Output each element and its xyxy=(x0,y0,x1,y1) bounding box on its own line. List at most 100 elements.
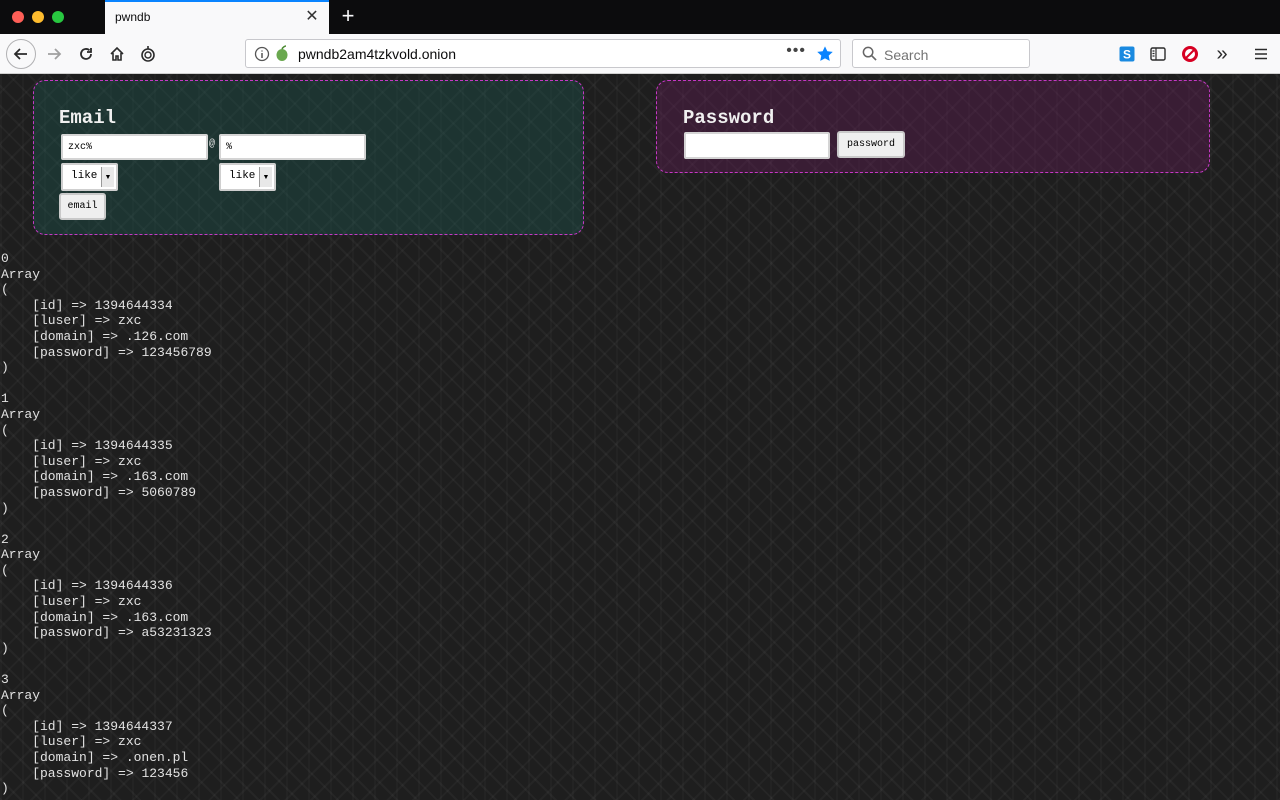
result-id-value: 1394644335 xyxy=(94,438,173,454)
sidebar-icon xyxy=(1150,47,1166,61)
result-open-paren: ( xyxy=(1,562,9,578)
result-domain: [domain] => .onen.pl xyxy=(1,750,189,765)
s-extension-icon: S xyxy=(1119,46,1135,62)
result-id-value: 1394644336 xyxy=(94,578,173,594)
result-id: [id] => 1394644335 xyxy=(1,438,173,454)
tor-onion-button[interactable] xyxy=(134,40,162,68)
result-luser: [luser] => zxc xyxy=(1,734,142,750)
page-actions-icon[interactable]: ••• xyxy=(786,42,806,60)
result-index-value: 0 xyxy=(1,251,9,266)
result-luser-value: zxc xyxy=(118,453,142,469)
result-record: 1 Array( [id] => 1394644335 [luser] => zx… xyxy=(1,391,212,531)
home-icon xyxy=(110,46,124,61)
result-index: 0 xyxy=(1,251,212,267)
result-close-paren: ) xyxy=(1,640,9,656)
result-spacer xyxy=(1,656,212,672)
extension-s-button[interactable]: S xyxy=(1113,40,1141,68)
home-button[interactable] xyxy=(103,40,131,68)
result-open-paren: ( xyxy=(1,422,9,438)
tab-title: pwndb xyxy=(115,10,151,24)
email-panel-title: Email xyxy=(59,107,117,129)
onion-secure-icon xyxy=(276,45,288,61)
result-id: [id] => 1394644336 xyxy=(1,578,173,594)
result-id: [id] => 1394644334 xyxy=(1,297,173,313)
overflow-menu-button[interactable]: » xyxy=(1208,40,1236,68)
result-open-paren: ( xyxy=(1,282,9,298)
result-password: [password] => 5060789 xyxy=(1,484,197,500)
domain-operator-select[interactable]: like ▼ xyxy=(219,163,276,191)
noscript-button[interactable] xyxy=(1176,40,1204,68)
reload-button[interactable] xyxy=(72,40,100,68)
result-record: 3 Array( [id] => 1394644337 [luser] => zx… xyxy=(1,672,212,800)
forward-button[interactable] xyxy=(40,40,68,68)
onion-icon xyxy=(141,46,155,62)
tab-pwndb[interactable]: pwndb ✕ xyxy=(105,0,329,34)
site-info-icon[interactable] xyxy=(254,46,270,62)
email-submit-button[interactable]: email xyxy=(59,193,106,220)
result-password-value: 5060789 xyxy=(141,484,197,500)
maximize-window-button[interactable] xyxy=(52,11,64,23)
reload-icon xyxy=(80,48,92,60)
tab-close-icon[interactable]: ✕ xyxy=(303,7,321,27)
result-password: [password] => 123456789 xyxy=(1,344,212,360)
result-array-label: Array xyxy=(1,547,41,563)
password-submit-button[interactable]: password xyxy=(837,131,905,158)
back-button[interactable] xyxy=(6,39,36,69)
svg-text:S: S xyxy=(1123,48,1131,62)
result-index: 3 xyxy=(1,672,212,688)
domain-input[interactable] xyxy=(219,134,366,160)
sidebar-button[interactable] xyxy=(1144,40,1172,68)
url-bar[interactable]: pwndb2am4tzkvold.onion ••• xyxy=(245,39,841,68)
luser-operator-select[interactable]: like ▼ xyxy=(61,163,118,191)
page-content: Email @ like ▼ like ▼ email Password pas… xyxy=(0,74,1280,800)
result-index: 1 xyxy=(1,391,212,407)
result-array-label: Array xyxy=(1,687,41,703)
result-open-paren: ( xyxy=(1,703,9,719)
luser-input[interactable] xyxy=(61,134,208,160)
navigation-bar: pwndb2am4tzkvold.onion ••• Search S » xyxy=(0,34,1280,74)
result-array-label: Array xyxy=(1,266,41,282)
result-domain: [domain] => .126.com xyxy=(1,328,189,344)
result-password-value: 123456 xyxy=(141,765,189,781)
result-index: 2 xyxy=(1,532,212,548)
result-luser-value: zxc xyxy=(118,313,142,329)
result-password: [password] => 123456 xyxy=(1,765,189,781)
result-close-paren: ) xyxy=(1,781,9,797)
bookmark-star-icon[interactable] xyxy=(816,45,834,63)
search-bar[interactable]: Search xyxy=(852,39,1030,68)
result-index-value: 3 xyxy=(1,672,9,688)
result-domain: [domain] => .163.com xyxy=(1,609,189,625)
hamburger-menu-button[interactable] xyxy=(1247,40,1275,68)
result-close-paren: ) xyxy=(1,500,9,516)
result-index-value: 1 xyxy=(1,391,9,407)
result-close-paren: ) xyxy=(1,360,9,376)
result-record: 2 Array( [id] => 1394644336 [luser] => zx… xyxy=(1,532,212,672)
result-domain-value: .126.com xyxy=(125,328,189,344)
result-spacer xyxy=(1,376,212,392)
result-id-value: 1394644334 xyxy=(94,297,173,313)
result-luser: [luser] => zxc xyxy=(1,594,142,610)
result-array-label: Array xyxy=(1,406,41,422)
result-domain-value: .163.com xyxy=(125,609,189,625)
results-dump: 0 Array( [id] => 1394644334 [luser] => zx… xyxy=(1,251,212,800)
minimize-window-button[interactable] xyxy=(32,11,44,23)
at-sign-label: @ xyxy=(209,139,216,150)
result-luser: [luser] => zxc xyxy=(1,313,142,329)
new-tab-button[interactable]: + xyxy=(336,3,360,29)
result-index-value: 2 xyxy=(1,531,9,547)
result-password: [password] => a53231323 xyxy=(1,625,212,641)
close-window-button[interactable] xyxy=(12,11,24,23)
result-spacer xyxy=(1,516,212,532)
password-input[interactable] xyxy=(684,132,830,159)
search-icon xyxy=(862,46,877,61)
luser-operator-value: like xyxy=(71,170,98,182)
tab-bar: pwndb ✕ + xyxy=(0,0,1280,34)
dropdown-arrow-icon: ▼ xyxy=(259,167,272,187)
domain-operator-value: like xyxy=(229,170,256,182)
password-search-panel: Password password xyxy=(656,80,1210,173)
url-text: pwndb2am4tzkvold.onion xyxy=(298,46,456,62)
result-domain-value: .onen.pl xyxy=(125,750,189,765)
result-password-value: 123456789 xyxy=(141,344,212,360)
result-domain: [domain] => .163.com xyxy=(1,469,189,485)
result-id: [id] => 1394644337 xyxy=(1,718,173,734)
